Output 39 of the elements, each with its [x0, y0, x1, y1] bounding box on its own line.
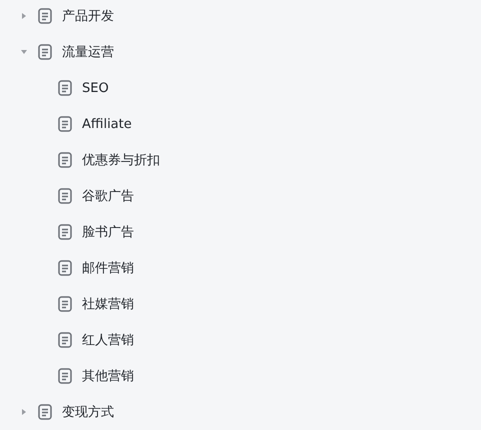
document-icon [58, 80, 72, 96]
tree-item-label: 变现方式 [62, 404, 114, 421]
tree-item[interactable]: 红人营销 [0, 322, 481, 358]
tree-item-label: 谷歌广告 [82, 188, 134, 205]
tree-item[interactable]: 其他营销 [0, 358, 481, 394]
document-icon [38, 404, 52, 420]
document-icon [58, 224, 72, 240]
tree-item[interactable]: 流量运营 [0, 34, 481, 70]
tree-item[interactable]: 脸书广告 [0, 214, 481, 250]
tree-item-label: 其他营销 [82, 368, 134, 385]
document-icon [38, 44, 52, 60]
document-icon [58, 152, 72, 168]
caret-icon[interactable] [20, 408, 28, 416]
tree-item-label: 社媒营销 [82, 296, 134, 313]
tree-item-label: 产品开发 [62, 8, 114, 25]
caret-icon[interactable] [20, 48, 28, 56]
document-icon [38, 8, 52, 24]
document-icon [58, 332, 72, 348]
document-icon [58, 296, 72, 312]
tree-item[interactable]: 谷歌广告 [0, 178, 481, 214]
document-icon [58, 116, 72, 132]
tree-item[interactable]: Affiliate [0, 106, 481, 142]
document-icon [58, 368, 72, 384]
tree-item-label: Affiliate [82, 116, 132, 132]
tree-item-label: 优惠券与折扣 [82, 152, 160, 169]
tree-item-label: 流量运营 [62, 44, 114, 61]
tree-item[interactable]: 邮件营销 [0, 250, 481, 286]
tree-item[interactable]: 优惠券与折扣 [0, 142, 481, 178]
tree-item-label: 邮件营销 [82, 260, 134, 277]
tree-item-label: SEO [82, 80, 109, 96]
document-icon [58, 260, 72, 276]
tree-item[interactable]: SEO [0, 70, 481, 106]
caret-icon[interactable] [20, 12, 28, 20]
tree-item-label: 脸书广告 [82, 224, 134, 241]
document-icon [58, 188, 72, 204]
tree-item[interactable]: 产品开发 [0, 0, 481, 34]
tree-item[interactable]: 社媒营销 [0, 286, 481, 322]
tree-item-label: 红人营销 [82, 332, 134, 349]
tree-item[interactable]: 变现方式 [0, 394, 481, 430]
